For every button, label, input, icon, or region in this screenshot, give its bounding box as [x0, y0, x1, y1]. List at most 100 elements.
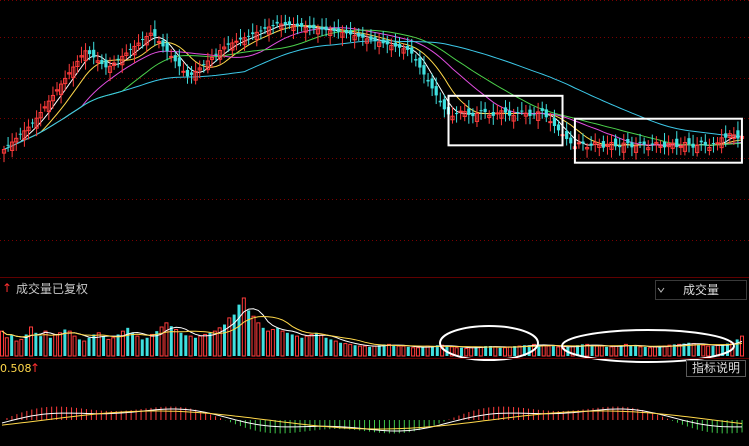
volume-bar — [329, 339, 333, 356]
volume-bar — [498, 347, 502, 356]
candle-body — [263, 27, 267, 29]
volume-bar — [638, 346, 643, 357]
volume-bar — [541, 344, 546, 357]
volume-bar — [406, 346, 410, 356]
candle-body — [30, 122, 35, 124]
volume-bar — [401, 345, 406, 357]
candle-body — [715, 142, 720, 145]
volume-bar — [411, 347, 416, 357]
candle-body — [324, 26, 328, 31]
candle-body — [675, 138, 679, 148]
macd-indicator — [1, 406, 743, 434]
volume-bar — [396, 345, 401, 357]
candle-body — [503, 107, 508, 113]
volume-bar — [135, 335, 140, 357]
candle-body — [691, 143, 695, 148]
volume-bar — [251, 315, 256, 357]
volume-bar — [652, 346, 657, 357]
candle-body — [141, 39, 145, 41]
volume-bar — [270, 328, 275, 357]
candle-body — [471, 112, 475, 117]
volume-bar — [619, 345, 623, 356]
volume-bar — [469, 347, 474, 357]
stock-chart — [0, 0, 749, 434]
candle-body — [202, 64, 206, 66]
candle-body — [275, 21, 279, 24]
volume-bar — [4, 337, 9, 357]
volume-bar — [362, 345, 367, 357]
volume-bar — [145, 337, 149, 356]
volume-bar — [300, 337, 304, 356]
volume-bar — [629, 345, 633, 356]
volume-bar — [392, 345, 396, 356]
volume-bar — [159, 326, 164, 357]
candle-body — [626, 138, 630, 144]
candle-body — [467, 108, 471, 115]
candle-body — [662, 141, 667, 148]
volume-bar — [256, 322, 261, 357]
candle-body — [507, 110, 512, 116]
candle-body — [724, 133, 728, 138]
highlight-box — [573, 117, 743, 164]
volume-bar — [106, 338, 111, 357]
candle-body — [336, 28, 340, 32]
volume-bar — [149, 333, 154, 357]
candle-body — [169, 55, 174, 58]
candle-body — [618, 145, 622, 148]
candle-body — [177, 57, 181, 67]
candle-body — [6, 144, 10, 146]
volume-bar — [464, 348, 469, 357]
volume-bar — [120, 330, 125, 357]
volume-bar — [208, 332, 212, 356]
volume-bar — [72, 335, 77, 357]
candle-body — [156, 40, 162, 43]
volume-bar — [10, 335, 14, 356]
volume-bar — [276, 327, 280, 356]
candle-body — [308, 25, 312, 28]
volume-bar — [735, 339, 739, 356]
candle-body — [226, 43, 230, 45]
candle-body — [247, 35, 251, 37]
volume-bar — [314, 332, 318, 356]
candle-body — [116, 58, 120, 60]
volume-bar — [493, 346, 498, 357]
candle-body — [528, 109, 532, 117]
macd-value: 0.508 — [0, 362, 32, 375]
candle-body — [687, 138, 691, 145]
volume-bar — [339, 342, 343, 356]
volume-bar — [309, 333, 314, 357]
volume-bar — [34, 332, 38, 356]
candle-body — [406, 45, 410, 50]
volume-bar — [58, 332, 63, 357]
candle-body — [479, 110, 483, 112]
arrow-up-icon: ↑ — [2, 281, 13, 295]
volume-bar — [372, 345, 377, 357]
candle-body — [104, 59, 108, 68]
volume-indicator-tab[interactable]: 成交量 — [655, 280, 747, 300]
volume-bar — [696, 344, 700, 356]
volume-bar — [324, 337, 328, 356]
candle-body — [373, 37, 377, 42]
indicator-help-button[interactable]: 指标说明 — [686, 360, 746, 377]
volume-bar — [740, 335, 744, 357]
candle-body — [287, 21, 292, 26]
candle-body — [361, 33, 365, 38]
volume-bar — [459, 347, 463, 356]
arrow-up-icon: ↑ — [30, 361, 41, 375]
volume-bar — [590, 345, 594, 356]
volume-bar — [102, 336, 106, 356]
volume-bar — [241, 297, 246, 357]
candle-body — [385, 40, 389, 45]
candle-body — [569, 137, 573, 144]
volume-bar — [415, 347, 420, 357]
volume-bar — [658, 346, 662, 356]
candle-body — [128, 48, 132, 50]
candle-body — [614, 138, 618, 147]
volume-bar — [701, 344, 706, 357]
candle-body — [438, 100, 442, 103]
candle-body — [410, 47, 414, 54]
volume-bar — [368, 346, 372, 356]
volume-bar — [474, 346, 478, 356]
volume-bar — [14, 340, 19, 357]
candle-body — [320, 26, 324, 30]
